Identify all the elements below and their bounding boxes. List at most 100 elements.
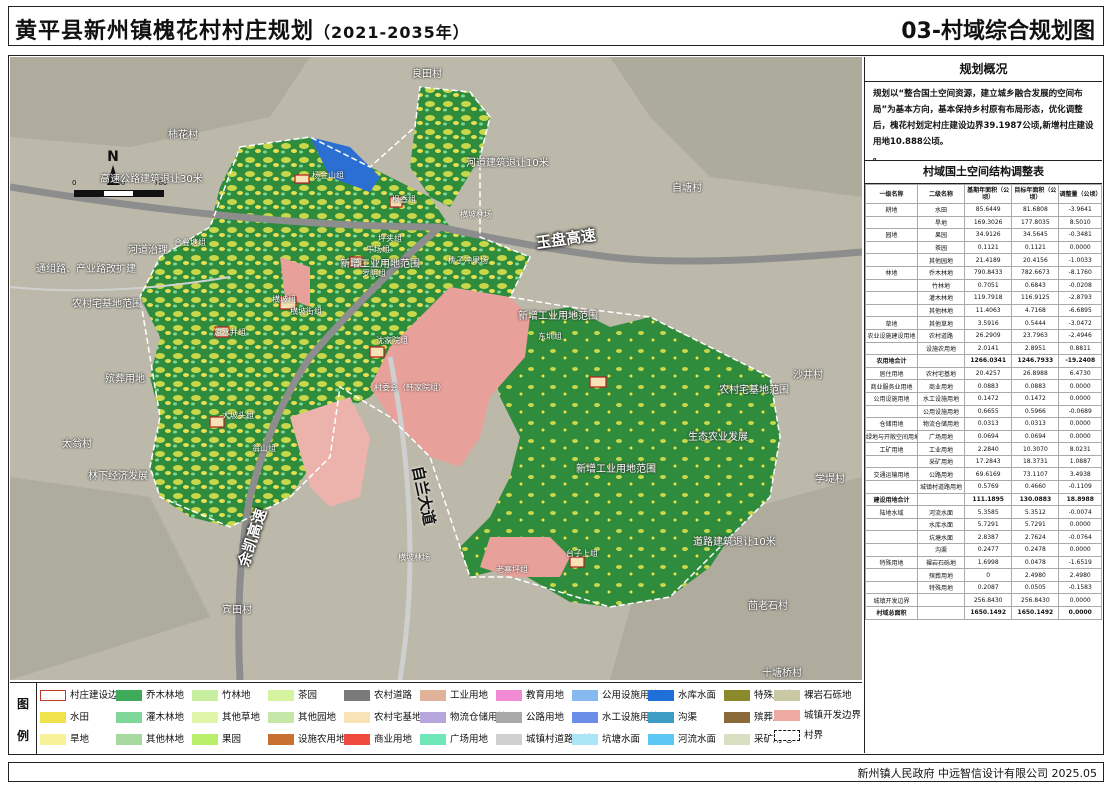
group-label: 坪头组 [378, 234, 402, 243]
legend-label: 旱地 [70, 734, 90, 745]
annotation: 新增工业用地范围 [576, 464, 656, 475]
table-row: 其他林地 11.4063 4.7168 -6.6895 [865, 303, 1102, 318]
table-cell-base: 111.1895 [964, 492, 1013, 507]
legend-item: 其他林地 [116, 731, 184, 745]
table-cell-target: 34.5645 [1011, 228, 1060, 242]
table-cell-l2: 殡葬用地 [916, 568, 966, 582]
legend-swatch [268, 712, 294, 723]
annotation: 道路建筑退让10米 [693, 537, 776, 548]
group-label: 凉水井组 [214, 328, 246, 337]
table-cell-base: 0.0883 [964, 379, 1013, 393]
table-cell-base: 0.2477 [964, 543, 1013, 557]
adjustment-table: 一级名称 二级名称 基期年面积（公顷） 目标年面积（公顷） 调整量（公顷） 耕地 水田 85… [865, 184, 1102, 620]
legend-swatch [40, 690, 66, 701]
annotation: 殡葬用地 [105, 374, 145, 385]
legend-label: 城镇开发边界 [804, 710, 862, 721]
legend-item: 河流水面 [648, 731, 716, 745]
legend-swatch [420, 690, 446, 701]
group-label: 合叠塘组 [174, 238, 206, 247]
table-cell-base: 0.5769 [964, 480, 1013, 494]
legend-swatch [268, 734, 294, 745]
table-cell-l2: 沟渠 [916, 543, 966, 557]
footer: 新州镇人民政府 中远智信设计有限公司 2025.05 [8, 762, 1104, 782]
table-cell-base: 11.4063 [964, 303, 1013, 318]
table-cell-delta: -3.9641 [1058, 203, 1102, 217]
legend-label: 乔木林地 [146, 690, 185, 701]
table-cell-delta: -2.8793 [1058, 291, 1102, 305]
table-cell-l1 [865, 480, 918, 494]
table-cell-l2: 采矿用地 [916, 454, 966, 469]
legend-item: 其他草地 [192, 709, 260, 723]
table-cell-target: 20.4156 [1011, 253, 1060, 267]
legend-swatch [572, 712, 598, 723]
legend-item: 公路用地 [496, 709, 564, 723]
table-cell-l1 [865, 530, 918, 545]
legend-label: 农村宅基地 [374, 712, 422, 723]
table-cell-base: 0.1121 [964, 240, 1013, 255]
table-cell-target: 2.7624 [1011, 530, 1060, 545]
table-column-header: 目标年面积（公顷） [1011, 184, 1060, 204]
table-row: 建设用地合计 111.1895 130.0883 18.8988 [865, 492, 1102, 507]
legend-swatch [344, 712, 370, 723]
neighbor-village: 宾田村 [222, 605, 252, 616]
table-row: 特殊用地 0.2087 0.0505 -0.1583 [865, 580, 1102, 595]
table-cell-l2: 工业用地 [916, 442, 966, 456]
table-row: 灌木林地 119.7918 116.9125 -2.8793 [865, 291, 1102, 305]
table-cell-target: 23.7963 [1011, 328, 1060, 343]
legend-swatch [496, 734, 522, 745]
table-cell-base: 21.4189 [964, 253, 1013, 267]
legend-swatch [116, 690, 142, 701]
table-row: 设施农用地 2.0141 2.8951 0.8811 [865, 341, 1102, 356]
table-row: 农用地合计 1266.0341 1246.7933 -19.2408 [865, 354, 1102, 368]
table-row: 城镇开发边界 256.8430 256.8430 0.0000 [865, 593, 1102, 607]
table-cell-target: 4.7168 [1011, 303, 1060, 318]
annotation: 林下经济发展 [88, 471, 148, 482]
annotation: 生态农业发展 [688, 432, 748, 443]
table-cell-target: 0.0313 [1011, 417, 1060, 431]
map-canvas[interactable]: N 0 390 780 良田村 柿花村 自塘村 沙井村 学堤村 太翁村 茴老石村… [10, 57, 862, 680]
scale-label-0: 0 [72, 179, 77, 187]
legend-item: 工业用地 [420, 687, 488, 701]
table-cell-delta: -0.0689 [1058, 404, 1102, 419]
table-cell-target: 1246.7933 [1011, 354, 1060, 368]
table-cell-l1 [865, 240, 918, 255]
table-row: 村域总面积 1650.1492 1650.1492 0.0000 [865, 606, 1102, 620]
table-cell-l1 [865, 517, 918, 532]
group-label: 横坡林场 [398, 553, 430, 562]
legend-swatch [40, 712, 66, 723]
legend-item: 乔木林地 [116, 687, 184, 701]
table-cell-l1: 耕地 [865, 203, 918, 217]
table-cell-l1: 城镇开发边界 [865, 593, 918, 607]
table-cell-l1: 村域总面积 [865, 606, 918, 620]
table-row: 陆地水域 河流水面 5.3585 5.3512 -0.0074 [865, 505, 1102, 519]
table-cell-delta: 0.0000 [1058, 379, 1102, 393]
table-cell-target: 0.5444 [1011, 316, 1060, 330]
table-cell-base: 169.3026 [964, 215, 1013, 230]
table-cell-base: 119.7918 [964, 291, 1013, 305]
table-cell-delta: -0.0074 [1058, 505, 1102, 519]
legend-item: 公用设施用地 [572, 687, 659, 701]
table-cell-l1: 建设用地合计 [865, 492, 918, 507]
table-cell-l2: 坑塘水面 [916, 530, 966, 545]
table-cell-l2: 水田 [916, 203, 966, 217]
legend-swatch [648, 712, 674, 723]
table-cell-l2: 乔木林地 [916, 265, 966, 280]
legend-label: 广场用地 [450, 734, 489, 745]
annotation: 农村宅基地范围 [72, 299, 142, 310]
table-cell-target: 81.6808 [1011, 203, 1060, 217]
table-cell-target: 256.8430 [1011, 593, 1060, 607]
table-cell-target: 10.3070 [1011, 442, 1060, 456]
table-cell-delta: -1.6519 [1058, 555, 1102, 570]
legend-label: 沟渠 [678, 712, 698, 723]
table-cell-delta: 0.0000 [1058, 593, 1102, 607]
table-cell-base: 0 [964, 568, 1013, 582]
title-bar: 黄平县新州镇槐花村村庄规划（2021-2035年） 03-村域综合规划图 [8, 6, 1104, 46]
legend-item: 村界 [774, 727, 823, 741]
table-cell-l1: 林地 [865, 265, 918, 280]
table-cell-l1: 园地 [865, 228, 918, 242]
title-main: 黄平县新州镇槐花村村庄规划 [15, 19, 315, 44]
table-cell-target: 0.4660 [1011, 480, 1060, 494]
table-cell-delta: 0.8811 [1058, 341, 1102, 356]
group-label: 翁山组 [252, 444, 276, 453]
map-graphic [10, 57, 862, 680]
